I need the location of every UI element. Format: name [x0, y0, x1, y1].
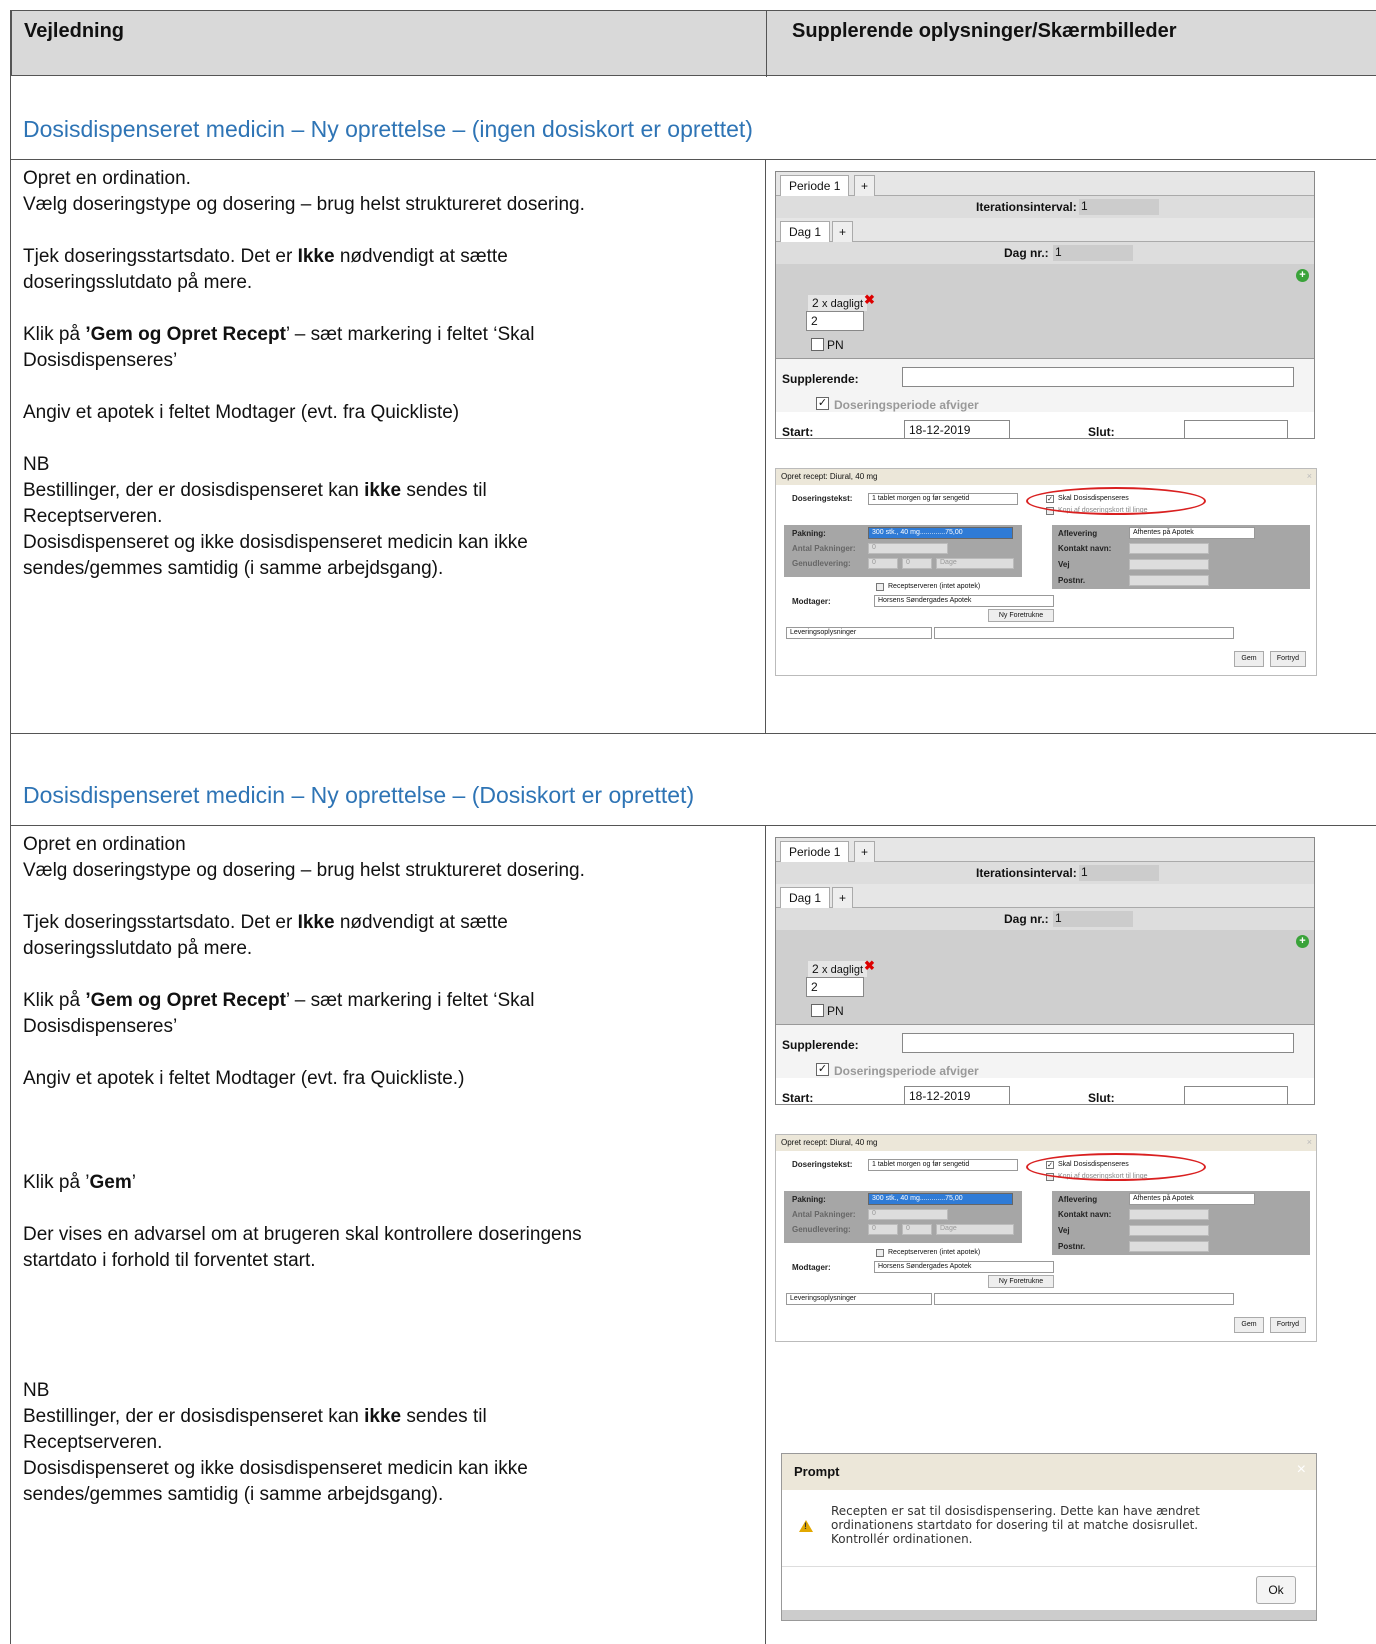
- s1-line: Tjek doseringsstartsdato. Det er Ikke nø…: [23, 246, 508, 267]
- fortryd-button[interactable]: Fortryd: [1270, 1317, 1306, 1333]
- prompt-title: Prompt: [782, 1454, 1316, 1490]
- recipe-close-icon[interactable]: ×: [1307, 471, 1312, 481]
- section1-bottom-border: [11, 733, 1376, 734]
- slut-label: Slut:: [1088, 425, 1115, 439]
- gem-button[interactable]: Gem: [1234, 651, 1264, 667]
- start-date-input[interactable]: 18-12-2019: [904, 420, 1010, 438]
- s1-line: sendes/gemmes samtidig (i samme arbejdsg…: [23, 558, 444, 579]
- add-periode-button[interactable]: +: [854, 841, 876, 862]
- pakning-select[interactable]: 300 stk., 40 mg.............75,00: [868, 1193, 1013, 1205]
- table-header: Vejledning Supplerende oplysninger/Skærm…: [11, 10, 1376, 77]
- highlight-oval: [1026, 1153, 1206, 1181]
- ok-button[interactable]: Ok: [1256, 1576, 1296, 1604]
- dose-input[interactable]: 2: [806, 977, 864, 997]
- receptserver-checkbox[interactable]: [876, 1249, 884, 1257]
- s1-line: Dosisdispenseret og ikke dosisdispensere…: [23, 532, 528, 553]
- modtager-input[interactable]: Horsens Søndergades Apotek: [874, 1261, 1054, 1273]
- supplerende-input[interactable]: [902, 367, 1294, 387]
- leveringsoplysninger-input[interactable]: [934, 1293, 1234, 1305]
- receptserver-checkbox[interactable]: [876, 583, 884, 591]
- s1-line: Dosisdispenseres’: [23, 350, 178, 371]
- leveringsoplysninger-select[interactable]: Leveringsoplysninger: [786, 627, 932, 639]
- dose-count: 2 x dagligt: [808, 295, 868, 311]
- tab-dag[interactable]: Dag 1: [780, 221, 831, 242]
- document-table: Vejledning Supplerende oplysninger/Skærm…: [10, 10, 1376, 1644]
- afviger-label: Doseringsperiode afviger: [834, 398, 979, 412]
- s1-line: doseringsslutdato på mere.: [23, 272, 253, 293]
- section2-title: Dosisdispenseret medicin – Ny oprettelse…: [23, 782, 695, 808]
- ny-foretrukne-button[interactable]: Ny Foretrukne: [988, 1275, 1054, 1288]
- section1-column-divider: [765, 159, 766, 733]
- header-vejledning: Vejledning: [24, 20, 125, 42]
- dagnr-value[interactable]: 1: [1053, 245, 1133, 261]
- section2-instructions: Opret en ordination Vælg doseringstype o…: [23, 834, 585, 1505]
- supplerende-label: Supplerende:: [782, 372, 859, 386]
- recipe-title: Opret recept: Diural, 40 mg: [776, 469, 1316, 485]
- gem-button[interactable]: Gem: [1234, 1317, 1264, 1333]
- dose-count: 2 x dagligt: [808, 961, 868, 977]
- s1-line: Klik på ’Gem og Opret Recept’ – sæt mark…: [23, 324, 535, 345]
- prompt-message: Recepten er sat til dosisdispensering. D…: [831, 1504, 1200, 1546]
- s1-line: Angiv et apotek i feltet Modtager (evt. …: [23, 402, 460, 423]
- recipe-close-icon[interactable]: ×: [1307, 1137, 1312, 1147]
- add-dag-button[interactable]: +: [832, 887, 854, 908]
- section1-title: Dosisdispenseret medicin – Ny oprettelse…: [23, 116, 753, 142]
- doseringstekst-input[interactable]: 1 tablet morgen og før sengetid: [868, 493, 1018, 505]
- afviger-checkbox[interactable]: ✓: [816, 1063, 829, 1076]
- leveringsoplysninger-input[interactable]: [934, 627, 1234, 639]
- dosing-screenshot-2: Periode 1 + Iterationsinterval: 1 Dag 1 …: [775, 837, 1315, 1105]
- add-dag-button[interactable]: +: [832, 221, 854, 242]
- column-divider: [766, 11, 767, 77]
- aflevering-select[interactable]: Afhentes på Apotek: [1129, 527, 1255, 539]
- remove-dose-icon[interactable]: ✖: [864, 958, 875, 974]
- add-dose-icon[interactable]: +: [1296, 935, 1309, 948]
- modtager-input[interactable]: Horsens Søndergades Apotek: [874, 595, 1054, 607]
- section2-top-border: [11, 825, 1376, 826]
- dagnr-label: Dag nr.:: [1004, 246, 1049, 260]
- s1-line: Vælg doseringstype og dosering – brug he…: [23, 194, 585, 215]
- pn-checkbox[interactable]: [811, 1004, 824, 1017]
- s1-line: Opret en ordination.: [23, 168, 191, 189]
- afviger-checkbox[interactable]: ✓: [816, 397, 829, 410]
- leveringsoplysninger-select[interactable]: Leveringsoplysninger: [786, 1293, 932, 1305]
- s1-line: Bestillinger, der er dosisdispenseret ka…: [23, 480, 487, 501]
- start-date-input[interactable]: 18-12-2019: [904, 1086, 1010, 1104]
- supplerende-input[interactable]: [902, 1033, 1294, 1053]
- pn-label: PN: [827, 338, 844, 352]
- dosing-screenshot: Periode 1 + Iterationsinterval: 1 Dag 1 …: [775, 171, 1315, 439]
- ny-foretrukne-button[interactable]: Ny Foretrukne: [988, 609, 1054, 622]
- recipe-dialog-screenshot: Opret recept: Diural, 40 mg × Doseringst…: [775, 468, 1317, 676]
- section1-top-border: [11, 159, 1376, 160]
- recipe-dialog-screenshot-2: Opret recept: Diural, 40 mg × Doseringst…: [775, 1134, 1317, 1342]
- fortryd-button[interactable]: Fortryd: [1270, 651, 1306, 667]
- dagnr-value[interactable]: 1: [1053, 911, 1133, 927]
- prompt-dialog-screenshot: Prompt × ! Recepten er sat til dosisdisp…: [781, 1453, 1317, 1621]
- s1-line: Receptserveren.: [23, 506, 163, 527]
- iter-value[interactable]: 1: [1079, 865, 1159, 881]
- slut-date-input[interactable]: [1184, 1086, 1288, 1104]
- slut-date-input[interactable]: [1184, 420, 1288, 438]
- pn-checkbox[interactable]: [811, 338, 824, 351]
- remove-dose-icon[interactable]: ✖: [864, 292, 875, 308]
- prompt-close-icon[interactable]: ×: [1297, 1461, 1306, 1479]
- tab-periode[interactable]: Periode 1: [780, 841, 850, 862]
- start-label: Start:: [782, 425, 814, 439]
- tab-dag[interactable]: Dag 1: [780, 887, 831, 908]
- aflevering-select[interactable]: Afhentes på Apotek: [1129, 1193, 1255, 1205]
- iter-label: Iterationsinterval:: [976, 200, 1077, 214]
- section2-column-divider: [765, 825, 766, 1644]
- warning-icon-mark: !: [804, 1521, 807, 1531]
- header-supplerende: Supplerende oplysninger/Skærmbilleder: [792, 20, 1177, 42]
- s1-line: NB: [23, 454, 50, 475]
- add-dose-icon[interactable]: +: [1296, 269, 1309, 282]
- highlight-oval: [1026, 487, 1206, 515]
- pakning-select[interactable]: 300 stk., 40 mg.............75,00: [868, 527, 1013, 539]
- tab-periode[interactable]: Periode 1: [780, 175, 850, 196]
- doseringstekst-input[interactable]: 1 tablet morgen og før sengetid: [868, 1159, 1018, 1171]
- add-periode-button[interactable]: +: [854, 175, 876, 196]
- iter-value[interactable]: 1: [1079, 199, 1159, 215]
- section1-instructions: Opret en ordination. Vælg doseringstype …: [23, 166, 585, 582]
- dose-input[interactable]: 2: [806, 311, 864, 331]
